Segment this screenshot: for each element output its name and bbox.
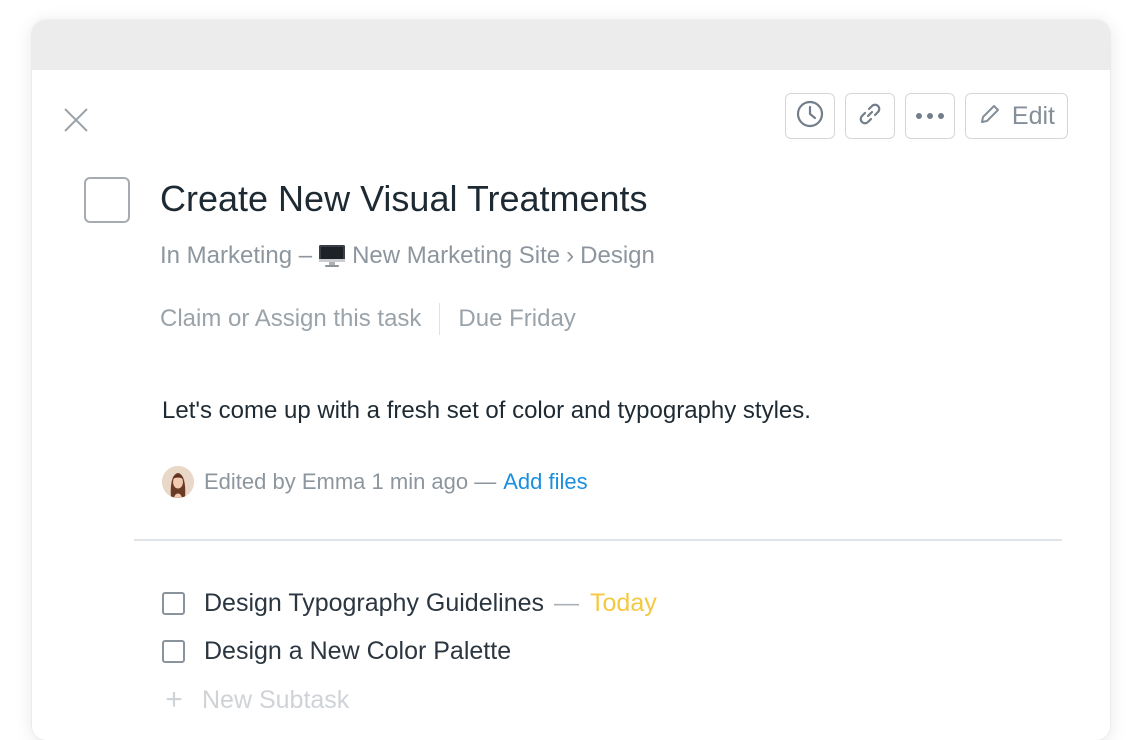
subtask-checkbox[interactable]	[162, 640, 185, 663]
subtask-row[interactable]: Design a New Color Palette	[162, 637, 511, 666]
task-title[interactable]: Create New Visual Treatments	[160, 178, 648, 220]
add-files-link[interactable]: Add files	[503, 469, 587, 495]
more-icon	[915, 107, 945, 125]
breadcrumb-separator: ›	[566, 242, 575, 269]
meta-divider	[439, 303, 441, 335]
section-divider	[134, 539, 1062, 541]
assign-button[interactable]: Claim or Assign this task	[160, 305, 421, 333]
monitor-icon	[318, 244, 346, 268]
more-actions-button[interactable]	[904, 93, 955, 139]
due-date-button[interactable]: Due Friday	[458, 305, 575, 333]
close-icon[interactable]	[62, 106, 90, 134]
pencil-icon	[978, 102, 1002, 131]
edited-by-text: Edited by Emma 1 min ago —	[204, 469, 497, 494]
new-subtask-button[interactable]: + New Subtask	[162, 683, 349, 717]
task-meta-row: Claim or Assign this task Due Friday	[160, 303, 576, 335]
avatar	[162, 466, 194, 498]
subtask-name[interactable]: Design a New Color Palette	[204, 637, 511, 666]
new-subtask-label: New Subtask	[202, 685, 350, 714]
copy-link-button[interactable]	[844, 93, 895, 139]
window-titlebar	[32, 20, 1110, 70]
subtask-due[interactable]: Today	[590, 589, 657, 618]
task-complete-checkbox[interactable]	[84, 177, 130, 223]
subtask-row[interactable]: Design Typography Guidelines — Today	[162, 589, 657, 618]
link-icon	[856, 100, 884, 133]
subtask-name[interactable]: Design Typography Guidelines	[204, 589, 544, 618]
breadcrumb: In Marketing – New Marketing Site › Desi…	[160, 242, 655, 270]
history-button[interactable]	[784, 93, 835, 139]
subtask-checkbox[interactable]	[162, 592, 185, 615]
breadcrumb-project[interactable]: New Marketing Site	[352, 242, 560, 270]
breadcrumb-prefix[interactable]: In Marketing –	[160, 242, 312, 270]
task-toolbar: Edit	[784, 93, 1068, 139]
task-pane-window: Edit Create New Visual Treatments In Mar…	[32, 20, 1110, 740]
edit-label: Edit	[1011, 101, 1055, 130]
clock-icon	[795, 99, 825, 134]
edit-button[interactable]: Edit	[964, 93, 1068, 139]
activity-line: Edited by Emma 1 min ago — Add files	[162, 466, 588, 498]
task-description[interactable]: Let's come up with a fresh set of color …	[162, 397, 811, 425]
plus-icon: +	[165, 683, 183, 716]
breadcrumb-section[interactable]: Design	[580, 242, 655, 270]
subtask-dash: —	[554, 589, 580, 617]
